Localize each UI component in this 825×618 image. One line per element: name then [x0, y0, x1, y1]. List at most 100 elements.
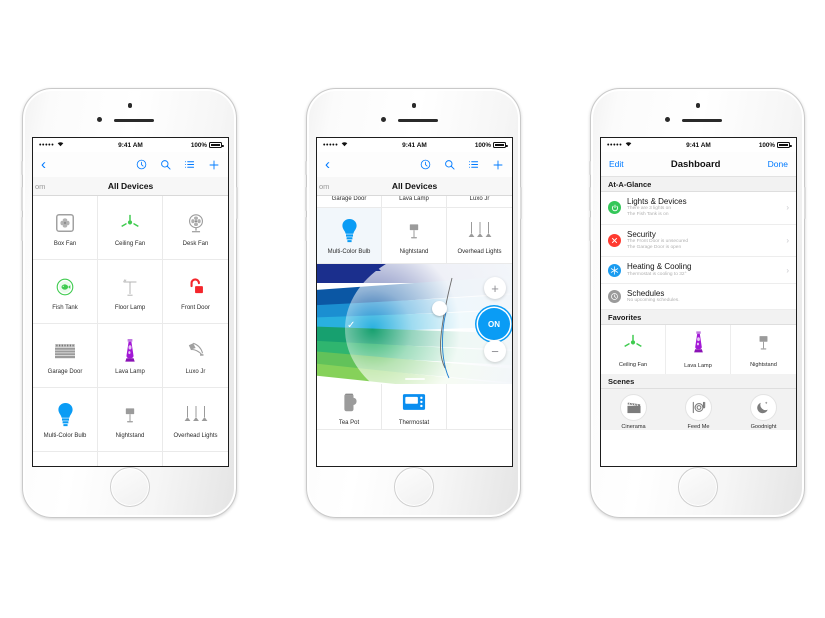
scene-cell-goodnight[interactable]: Goodnight	[731, 394, 796, 430]
section-header-at-a-glance: At-A-Glance	[601, 177, 796, 192]
color-picker-panel[interactable]: ✓ + ON −	[317, 264, 512, 384]
list-icon[interactable]	[184, 159, 195, 170]
search-icon[interactable]	[444, 159, 455, 170]
tea-pot-icon	[56, 464, 75, 466]
lava-lamp-icon	[123, 336, 137, 366]
increase-brightness-button[interactable]: +	[484, 277, 506, 299]
screen-color-picker: ••••• 9:41 AM 100% ‹ om All Devices Gara…	[316, 137, 513, 467]
back-button[interactable]: ‹	[325, 157, 330, 172]
volume-down-button	[305, 217, 307, 241]
page-title: Dashboard	[670, 158, 721, 170]
favorites-grid: Ceiling Fan Lava Lamp Nightstand	[601, 325, 796, 375]
home-button[interactable]	[109, 467, 150, 507]
glance-row-schedules[interactable]: Schedules No upcoming schedules.	[601, 283, 796, 311]
phone-device-middle: ••••• 9:41 AM 100% ‹ om All Devices Gara…	[305, 88, 522, 518]
favorite-cell-ceiling-fan[interactable]: Ceiling Fan	[601, 325, 666, 375]
power-icon	[608, 201, 621, 215]
favorite-cell-nightstand[interactable]: Nightstand	[731, 325, 796, 375]
partial-label[interactable]: Lava Lamp	[382, 196, 447, 208]
device-cell-fish-tank[interactable]: Fish Tank	[33, 260, 98, 324]
device-cell-tea-pot[interactable]: Tea Pot	[33, 452, 98, 466]
favorite-label: Ceiling Fan	[618, 361, 648, 368]
device-cell-multi-color-bulb[interactable]: Multi-Color Bulb	[317, 208, 382, 264]
device-cell-multi-color-bulb[interactable]: Multi-Color Bulb	[33, 388, 98, 452]
plus-icon[interactable]	[492, 159, 504, 171]
device-grid-top: Multi-Color Bulb Nightstand Overhead Lig…	[317, 208, 512, 264]
device-cell-ceiling-fan[interactable]: Ceiling Fan	[98, 196, 163, 260]
device-cell-overhead-lights[interactable]: Overhead Lights	[163, 388, 228, 452]
device-cell-nightstand[interactable]: Nightstand	[382, 208, 447, 264]
glance-text: Lights & Devices There are 3 lights on T…	[627, 197, 780, 219]
decrease-brightness-button[interactable]: −	[484, 340, 506, 362]
favorite-cell-lava-lamp[interactable]: Lava Lamp	[666, 325, 731, 375]
device-cell-empty[interactable]	[163, 452, 228, 466]
device-cell-front-door[interactable]: Front Door	[163, 260, 228, 324]
mute-switch	[305, 161, 307, 175]
device-label: Garage Door	[47, 369, 83, 375]
device-cell-empty[interactable]	[447, 384, 512, 430]
volume-down-button	[589, 217, 591, 241]
device-cell-floor-lamp[interactable]: Floor Lamp	[98, 260, 163, 324]
scene-label: Feed Me	[687, 424, 710, 431]
clock-icon[interactable]	[420, 159, 431, 170]
edit-button[interactable]: Edit	[609, 159, 624, 169]
list-icon[interactable]	[468, 159, 479, 170]
device-label: Multi-Color Bulb	[43, 433, 87, 439]
plus-icon[interactable]	[208, 159, 220, 171]
battery-icon	[777, 141, 792, 149]
thermostat-icon	[402, 387, 426, 417]
lava-lamp-icon	[692, 330, 705, 360]
sub-navigation-bar: om All Devices	[33, 177, 228, 196]
mute-switch	[589, 161, 591, 175]
device-label: Nightstand	[399, 249, 429, 255]
device-cell-nightstand[interactable]: Nightstand	[98, 388, 163, 452]
glance-row-security[interactable]: Security The Front Door is unsecured The…	[601, 224, 796, 258]
battery-icon	[209, 141, 224, 149]
favorite-label: Lava Lamp	[684, 363, 712, 370]
device-cell-desk-fan[interactable]: Desk Fan	[163, 196, 228, 260]
desk-lamp-icon	[184, 336, 208, 366]
nightstand-lamp-icon	[404, 216, 424, 246]
device-cell-thermostat[interactable]: Thermostat	[382, 384, 447, 430]
device-cell-box-fan[interactable]: Box Fan	[33, 196, 98, 260]
device-cell-overhead-lights[interactable]: Overhead Lights	[447, 208, 512, 264]
screenshot-canvas: ••••• 9:41 AM 100% ‹ om All Devices Box …	[0, 0, 825, 618]
home-button[interactable]	[677, 467, 718, 507]
power-toggle-button[interactable]: ON	[478, 308, 510, 340]
navigation-bar: ‹	[33, 152, 228, 177]
nightstand-lamp-icon	[120, 400, 140, 430]
back-button[interactable]: ‹	[41, 157, 46, 172]
clock-icon[interactable]	[136, 159, 147, 170]
favorite-label: Nightstand	[750, 362, 777, 369]
partial-label[interactable]: Luxo Jr	[447, 196, 512, 208]
navigation-bar: ‹	[317, 152, 512, 177]
scene-cell-cinerama[interactable]: Cinerama	[601, 394, 666, 430]
power-button	[804, 187, 806, 219]
device-cell-garage-door[interactable]: Garage Door	[33, 324, 98, 388]
device-label: Desk Fan	[182, 241, 209, 247]
device-label: Thermostat	[398, 420, 430, 426]
glance-row-heating-cooling[interactable]: Heating & Cooling Thermostat is cooling …	[601, 257, 796, 284]
panel-drag-handle[interactable]	[404, 377, 425, 380]
device-label: Luxo Jr	[185, 369, 206, 375]
status-bar: ••••• 9:41 AM 100%	[33, 138, 228, 152]
nightstand-lamp-icon	[754, 331, 773, 359]
sub-navigation-bar: om All Devices	[317, 177, 512, 196]
proximity-sensor-icon	[380, 117, 386, 122]
device-cell-lava-lamp[interactable]: Lava Lamp	[98, 324, 163, 388]
glance-title: Lights & Devices	[627, 197, 687, 206]
status-time: 9:41 AM	[686, 141, 711, 149]
bulb-icon	[341, 216, 358, 246]
glance-row-lights-devices[interactable]: Lights & Devices There are 3 lights on T…	[601, 192, 796, 225]
search-icon[interactable]	[160, 159, 171, 170]
done-button[interactable]: Done	[768, 159, 788, 169]
device-cell-thermostat[interactable]: Thermostat	[98, 452, 163, 466]
device-cell-tea-pot[interactable]: Tea Pot	[317, 384, 382, 430]
home-button[interactable]	[393, 467, 434, 507]
device-cell-luxo-jr[interactable]: Luxo Jr	[163, 324, 228, 388]
partial-label[interactable]: Garage Door	[317, 196, 382, 208]
device-label: Overhead Lights	[457, 249, 502, 255]
scene-cell-feed-me[interactable]: Feed Me	[666, 394, 731, 430]
front-camera-icon	[127, 103, 132, 108]
screen-dashboard: ••••• 9:41 AM 100% Edit Dashboard Done A…	[600, 137, 797, 467]
